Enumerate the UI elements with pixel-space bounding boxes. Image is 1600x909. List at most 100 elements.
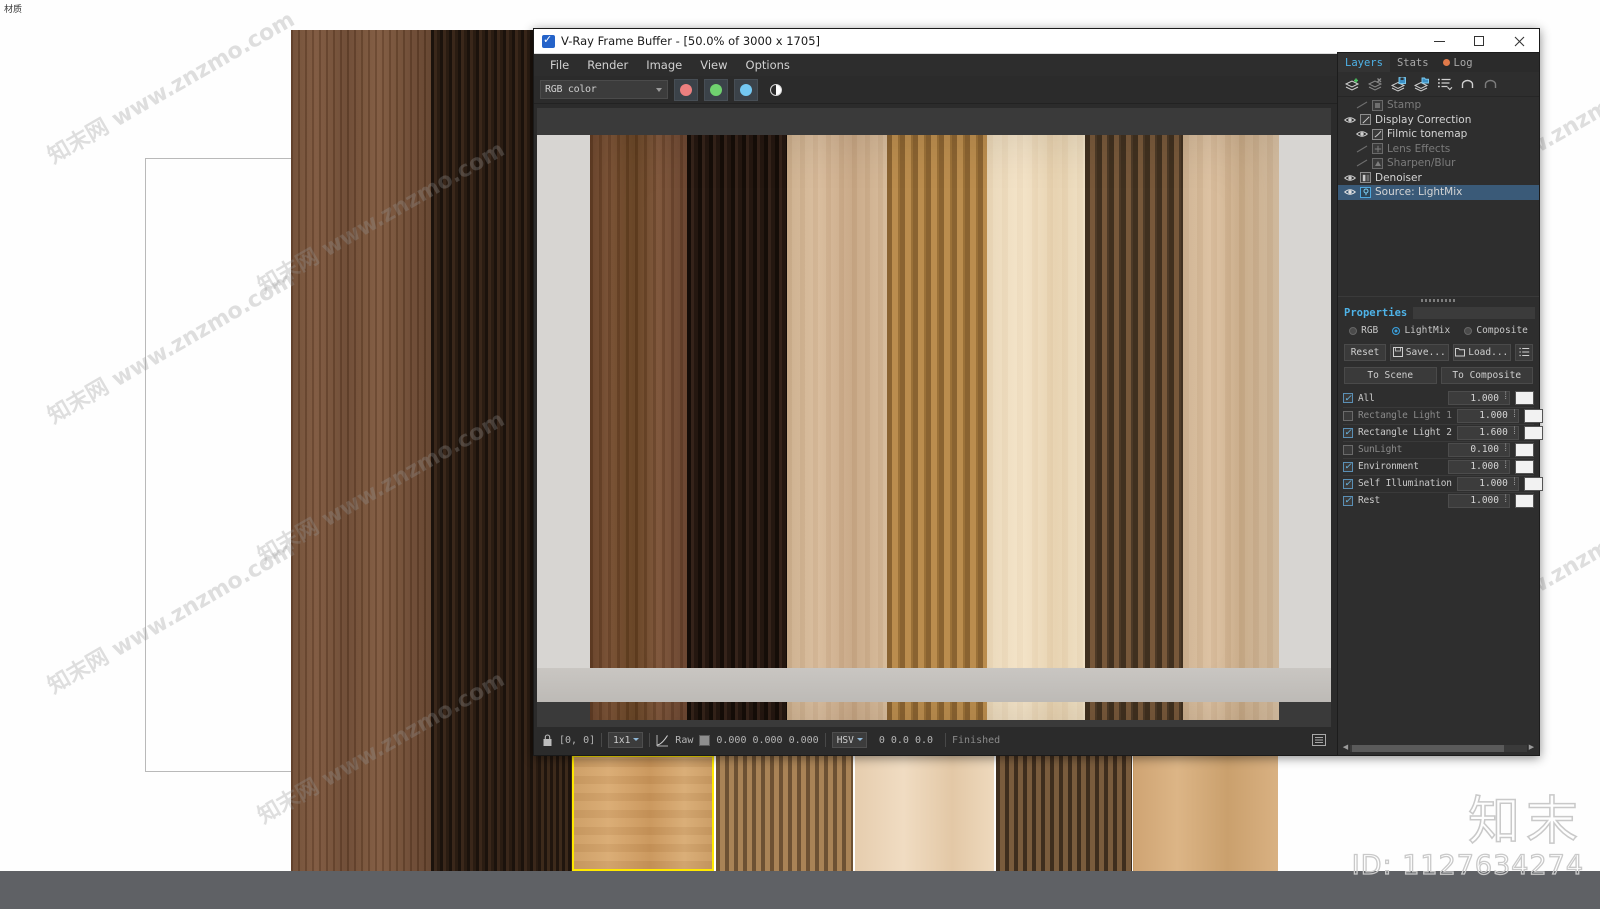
lightmix-checkbox[interactable] <box>1343 444 1353 455</box>
red-channel-button[interactable] <box>674 78 698 101</box>
to-scene-button[interactable]: To Scene <box>1344 366 1437 384</box>
dock-horizontal-scrollbar[interactable]: ◀ ▶ <box>1338 741 1539 755</box>
tab-stats[interactable]: Stats <box>1390 53 1436 72</box>
scrollbar-thumb[interactable] <box>1352 744 1505 752</box>
lightmix-color-swatch[interactable] <box>1523 476 1543 491</box>
scrollbar-track[interactable] <box>1350 744 1527 752</box>
menu-image[interactable]: Image <box>638 56 690 74</box>
curve-icon[interactable] <box>656 734 669 747</box>
panel-splitter-handle[interactable] <box>1338 295 1539 305</box>
radio-rgb[interactable]: RGB <box>1349 325 1378 336</box>
lightmix-value-environment[interactable]: 1.000 <box>1448 459 1510 474</box>
list-menu-icon[interactable] <box>1312 734 1326 746</box>
lightmix-row-self-illumination[interactable]: Self Illumination 1.000 <box>1343 474 1543 492</box>
save-layer-button[interactable] <box>1390 75 1408 93</box>
redo-button[interactable] <box>1482 75 1500 93</box>
window-titlebar[interactable]: V-Ray Frame Buffer - [50.0% of 3000 x 17… <box>534 29 1539 54</box>
save-preset-button[interactable]: Save... <box>1390 343 1449 361</box>
sample-size-dropdown[interactable]: 1x1 <box>608 732 644 748</box>
menu-render[interactable]: Render <box>579 56 636 74</box>
lightmix-row-rectangle-light-1[interactable]: Rectangle Light 1 1.000 <box>1343 406 1543 424</box>
radio-composite[interactable]: Composite <box>1464 325 1528 336</box>
lightmix-color-swatch[interactable] <box>1523 425 1543 440</box>
lightmix-options-button[interactable] <box>1515 343 1533 361</box>
radio-lightmix[interactable]: LightMix <box>1392 325 1450 336</box>
lightmix-row-rectangle-light-2[interactable]: Rectangle Light 2 1.600 <box>1343 423 1543 441</box>
right-dock-panel: Layers Stats Log Stamp Display Correctio… <box>1337 52 1543 756</box>
visibility-toggle[interactable] <box>1344 116 1356 124</box>
layer-row-display-correction[interactable]: Display Correction <box>1338 113 1539 128</box>
menu-view[interactable]: View <box>692 56 735 74</box>
visibility-toggle[interactable] <box>1344 188 1356 196</box>
sample-pale-maple[interactable] <box>855 755 994 871</box>
lightmix-row-environment[interactable]: Environment 1.000 <box>1343 457 1534 475</box>
close-button[interactable] <box>1499 29 1539 54</box>
layer-options-button[interactable] <box>1436 75 1454 93</box>
lightmix-checkbox[interactable] <box>1343 427 1353 438</box>
lightmix-row-sunlight[interactable]: SunLight 0.100 <box>1343 440 1534 458</box>
maximize-button[interactable] <box>1459 29 1499 54</box>
lightmix-value-rectangle-light-2[interactable]: 1.600 <box>1456 425 1519 440</box>
lightmix-list: All 1.000 Rectangle Light 1 1.000 Rectan… <box>1338 387 1543 509</box>
menu-options[interactable]: Options <box>738 56 798 74</box>
visibility-toggle[interactable] <box>1344 174 1356 182</box>
lightmix-checkbox[interactable] <box>1343 461 1353 472</box>
lightmix-color-swatch[interactable] <box>1515 459 1534 474</box>
to-composite-button[interactable]: To Composite <box>1440 366 1533 384</box>
lightmix-row-rest[interactable]: Rest 1.000 <box>1343 491 1534 509</box>
tab-layers[interactable]: Layers <box>1338 53 1390 72</box>
lightmix-checkbox[interactable] <box>1343 495 1353 506</box>
lightmix-value-rectangle-light-1[interactable]: 1.000 <box>1456 408 1519 423</box>
visibility-toggle[interactable] <box>1356 159 1368 167</box>
lightmix-checkbox[interactable] <box>1343 393 1353 403</box>
visibility-toggle[interactable] <box>1356 130 1368 138</box>
layer-row-filmic-tonemap[interactable]: Filmic tonemap <box>1338 127 1539 142</box>
layer-row-denoiser[interactable]: Denoiser <box>1338 171 1539 186</box>
lightmix-value-text: 0.100 <box>1470 444 1499 455</box>
green-channel-button[interactable] <box>704 78 728 101</box>
lightmix-color-swatch[interactable] <box>1523 408 1543 423</box>
panel-light-oak-flat <box>787 135 887 720</box>
undo-button[interactable] <box>1459 75 1477 93</box>
sample-natural-oak-selected[interactable] <box>572 755 714 871</box>
color-mode-dropdown[interactable]: HSV <box>831 732 867 748</box>
channel-select-dropdown[interactable]: RGB color <box>540 80 668 99</box>
add-layer-button[interactable] <box>1344 75 1362 93</box>
lightmix-checkbox[interactable] <box>1343 478 1353 489</box>
lightmix-row-all[interactable]: All 1.000 <box>1343 390 1534 407</box>
sample-walnut-fluted[interactable] <box>996 755 1132 871</box>
layer-row-lens-effects[interactable]: Lens Effects <box>1338 142 1539 157</box>
sample-fluted-dark-edge[interactable] <box>538 755 572 871</box>
lightmix-color-swatch[interactable] <box>1515 391 1534 405</box>
visibility-toggle[interactable] <box>1356 101 1368 109</box>
layer-row-sharpen-blur[interactable]: Sharpen/Blur <box>1338 156 1539 171</box>
layer-row-source-lightmix[interactable]: Source: LightMix <box>1338 185 1539 200</box>
load-layer-button[interactable] <box>1413 75 1431 93</box>
lightmix-value-text: 1.000 <box>1479 410 1508 421</box>
load-preset-button[interactable]: Load... <box>1452 343 1511 361</box>
lightmix-value-sunlight[interactable]: 0.100 <box>1448 442 1510 457</box>
minimize-button[interactable] <box>1419 29 1459 54</box>
render-viewport[interactable] <box>537 108 1331 727</box>
reset-button[interactable]: Reset <box>1344 343 1386 361</box>
delete-layer-button[interactable] <box>1367 75 1385 93</box>
tab-log[interactable]: Log <box>1436 53 1480 72</box>
alpha-channel-button[interactable] <box>765 79 787 101</box>
scroll-left-arrow[interactable]: ◀ <box>1341 741 1350 755</box>
layer-row-stamp[interactable]: Stamp <box>1338 98 1539 113</box>
hsv-value-s: 0.0 <box>890 734 909 746</box>
lightmix-color-swatch[interactable] <box>1515 493 1534 508</box>
lightmix-color-swatch[interactable] <box>1515 442 1534 457</box>
sample-honey-oak[interactable] <box>1134 755 1278 871</box>
blue-channel-button[interactable] <box>734 78 758 101</box>
menu-file[interactable]: File <box>542 56 577 74</box>
chevron-down-icon <box>856 738 863 741</box>
sample-oak-fluted[interactable] <box>716 755 853 871</box>
scroll-right-arrow[interactable]: ▶ <box>1527 741 1536 755</box>
lightmix-value-rest[interactable]: 1.000 <box>1448 493 1510 508</box>
lightmix-checkbox[interactable] <box>1343 410 1353 421</box>
lightmix-value-self-illumination[interactable]: 1.000 <box>1456 476 1519 491</box>
visibility-toggle[interactable] <box>1356 145 1368 153</box>
lock-icon[interactable] <box>542 733 553 747</box>
lightmix-value-all[interactable]: 1.000 <box>1448 391 1510 405</box>
